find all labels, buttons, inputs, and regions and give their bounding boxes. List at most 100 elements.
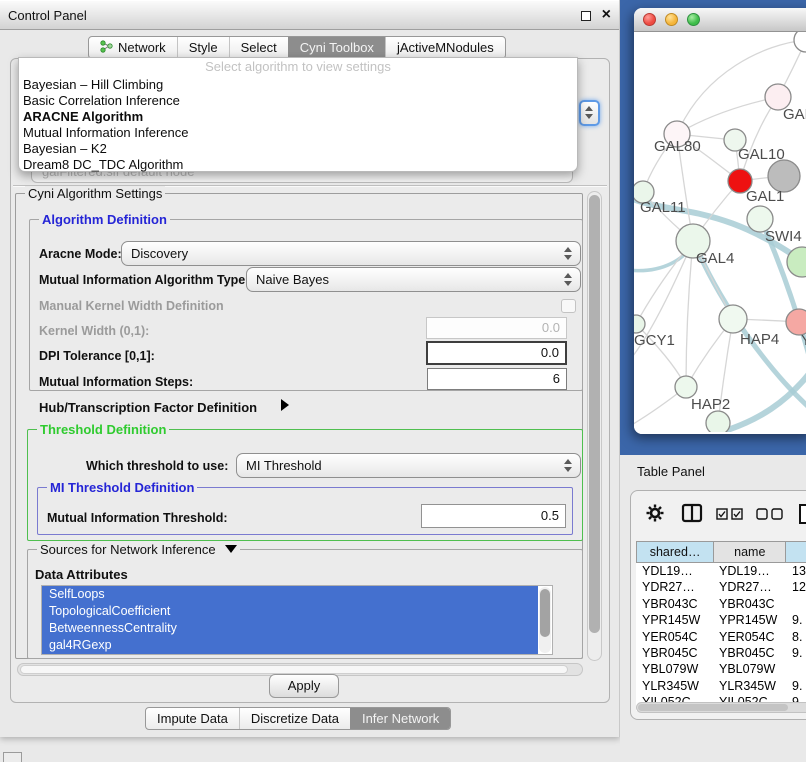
cell [786, 661, 806, 677]
mi-type-combo[interactable]: Naive Bayes [246, 267, 581, 292]
kernel-width-field[interactable]: 0.0 [426, 317, 567, 339]
node-label: HAP2 [691, 396, 730, 413]
settings-vertical-scrollbar[interactable] [587, 191, 602, 661]
zoom-traffic-light[interactable] [687, 13, 700, 26]
control-panel-tabs: Network Style Select Cyni Toolbox jActiv… [88, 36, 506, 59]
table-row[interactable]: YBL079W YBL079W [636, 661, 806, 677]
table-toolbar [631, 501, 806, 529]
tab-style[interactable]: Style [177, 37, 229, 58]
node[interactable] [706, 411, 730, 432]
manual-kernel-label: Manual Kernel Width Definition [39, 299, 224, 313]
network-canvas[interactable]: GAL GAL80 GAL10 GAL1 GAL11 SWI4 GAL4 GCY… [634, 32, 806, 434]
column-header-name[interactable]: name [713, 542, 785, 562]
close-icon[interactable]: × [602, 6, 611, 24]
minimized-panel-button[interactable] [3, 752, 22, 762]
cell: YBL079W [636, 661, 713, 677]
table-header: shared… name [636, 541, 806, 563]
apply-button[interactable]: Apply [269, 674, 339, 698]
mi-threshold-field[interactable]: 0.5 [421, 504, 566, 528]
table-row[interactable]: YDL19… YDL19… 13 [636, 563, 806, 579]
sources-title: Sources for Network Inference [40, 542, 216, 557]
table-row[interactable]: YDR27… YDR27… 12 [636, 579, 806, 595]
column-header-shared-name[interactable]: shared… [637, 542, 713, 562]
combo-value: Naive Bayes [256, 272, 329, 287]
node-label: GAL80 [654, 138, 701, 155]
manual-kernel-checkbox[interactable] [561, 299, 576, 313]
algorithm-combo-spinner[interactable] [579, 100, 600, 126]
dropdown-item[interactable]: Bayesian – Hill Climbing [19, 77, 577, 93]
tab-infer-network[interactable]: Infer Network [350, 708, 450, 729]
node-label: GCY1 [634, 332, 675, 349]
close-traffic-light[interactable] [643, 13, 656, 26]
table-row[interactable]: YER054C YER054C 8. [636, 629, 806, 645]
algorithm-dropdown: Select algorithm to view settings Bayesi… [18, 57, 578, 172]
tab-discretize-data[interactable]: Discretize Data [239, 708, 350, 729]
cell: YDR27… [713, 579, 786, 595]
checked-columns-icon[interactable] [716, 507, 744, 525]
cell: 9. [786, 645, 806, 661]
mi-steps-field[interactable]: 6 [427, 368, 567, 390]
column-header[interactable] [785, 542, 806, 562]
cell: 9. [786, 678, 806, 694]
kernel-width-label: Kernel Width (0,1): [39, 324, 149, 338]
control-panel-title: Control Panel [8, 8, 87, 23]
cell: YPR145W [713, 612, 786, 628]
expand-right-icon[interactable] [281, 399, 289, 411]
spinner-arrows-icon [564, 273, 572, 286]
which-threshold-combo[interactable]: MI Threshold [236, 453, 581, 478]
cell: YDL19… [713, 563, 786, 579]
list-item[interactable]: BetweennessCentrality [42, 620, 538, 637]
export-table-icon[interactable] [797, 503, 806, 530]
cell: 9. [786, 612, 806, 628]
node[interactable] [794, 32, 806, 52]
node-label: HAP4 [740, 331, 779, 348]
dropdown-item[interactable]: Bayesian – K2 [19, 141, 577, 157]
list-item[interactable]: gal4RGexp [42, 637, 538, 654]
scrollbar-thumb[interactable] [638, 704, 788, 711]
node-table-panel: shared… name YDL19… YDL19… 13 YDR27… YDR… [630, 490, 806, 720]
list-item[interactable]: SelfLoops [42, 586, 538, 603]
tab-network[interactable]: Network [89, 37, 177, 58]
node-gcy1[interactable] [634, 315, 645, 333]
node-label: GAL [783, 106, 806, 123]
scrollbar-thumb[interactable] [20, 665, 568, 674]
collapse-down-icon[interactable] [225, 545, 237, 553]
list-scrollbar[interactable] [539, 587, 551, 653]
split-columns-icon[interactable] [681, 503, 703, 528]
dropdown-item-selected[interactable]: ARACNE Algorithm [19, 109, 577, 125]
scrollbar-thumb[interactable] [540, 589, 550, 637]
dropdown-item[interactable]: Mutual Information Inference [19, 125, 577, 141]
group-title: MI Threshold Definition [47, 480, 197, 495]
combo-value: MI Threshold [246, 458, 322, 473]
unchecked-columns-icon[interactable] [756, 507, 784, 525]
right-area: GAL GAL80 GAL10 GAL1 GAL11 SWI4 GAL4 GCY… [620, 0, 806, 762]
node-hap4[interactable] [719, 305, 747, 333]
table-row[interactable]: YPR145W YPR145W 9. [636, 612, 806, 628]
scrollbar-thumb[interactable] [589, 195, 600, 633]
table-horizontal-scrollbar[interactable] [636, 702, 806, 713]
minimize-traffic-light[interactable] [665, 13, 678, 26]
dropdown-item[interactable]: Dream8 DC_TDC Algorithm [19, 157, 577, 173]
edge [677, 97, 778, 134]
node-hap2[interactable] [675, 376, 697, 398]
aracne-mode-combo[interactable]: Discovery [121, 241, 581, 266]
table-panel: Table Panel [620, 455, 806, 762]
table-row[interactable]: YLR345W YLR345W 9. [636, 678, 806, 694]
node-label: SWI4 [765, 228, 802, 245]
table-row[interactable]: YBR043C YBR043C [636, 596, 806, 612]
table-row[interactable]: YBR045C YBR045C 9. [636, 645, 806, 661]
tab-cyni-toolbox[interactable]: Cyni Toolbox [288, 37, 385, 58]
float-panel-icon[interactable] [581, 11, 591, 21]
dropdown-item[interactable]: Basic Correlation Inference [19, 93, 577, 109]
gear-icon[interactable] [645, 503, 665, 528]
screen: Control Panel × Network Style [0, 0, 806, 762]
tab-impute-data[interactable]: Impute Data [146, 708, 239, 729]
group-title: Cyni Algorithm Settings [25, 186, 165, 201]
tab-select[interactable]: Select [229, 37, 288, 58]
dpi-tolerance-field[interactable]: 0.0 [426, 341, 567, 365]
list-item[interactable]: TopologicalCoefficient [42, 603, 538, 620]
tab-jactivemnodules[interactable]: jActiveMNodules [385, 37, 505, 58]
data-attributes-list[interactable]: SelfLoops TopologicalCoefficient Between… [41, 585, 553, 655]
tab-label: Style [189, 40, 218, 55]
data-attributes-label: Data Attributes [35, 567, 128, 582]
